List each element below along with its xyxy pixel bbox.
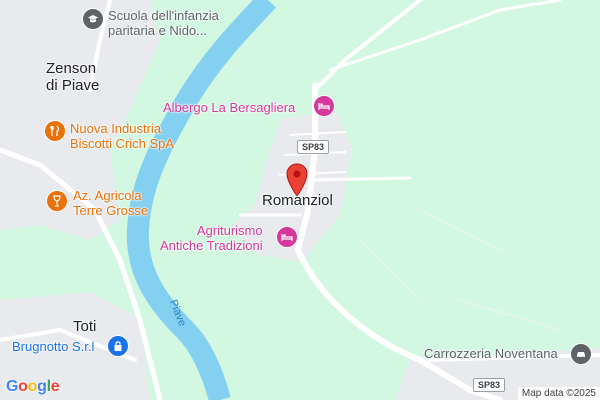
town-label-zenson[interactable]: Zenson di Piave: [46, 60, 99, 94]
road-romanziol-east: [308, 176, 412, 182]
town-label-toti[interactable]: Toti: [73, 318, 96, 335]
graduation-cap-icon[interactable]: [82, 8, 104, 30]
albergo-label[interactable]: Albergo La Bersagliera: [163, 100, 295, 115]
zenson-line1: Zenson: [46, 60, 97, 77]
agricola-label-line1: Az. Agricola: [73, 188, 142, 203]
wine-glass-icon[interactable]: [46, 190, 68, 212]
agricola-label-line2: Terre Grosse: [73, 203, 149, 218]
road-farm-1: [359, 239, 421, 301]
road-shield-sp83-south: SP83: [473, 378, 506, 392]
biscotti-label[interactable]: Nuova Industria Biscotti Crich SpA: [70, 121, 174, 151]
biscotti-label-line2: Biscotti Crich SpA: [70, 136, 175, 151]
agricola-label[interactable]: Az. Agricola Terre Grosse: [73, 188, 148, 218]
agriturismo-label-line1: Agriturismo: [196, 223, 263, 238]
map-attribution[interactable]: Map data ©2025: [517, 387, 600, 400]
agriturismo-label[interactable]: Agriturismo Antiche Tradizioni: [160, 223, 263, 253]
google-logo[interactable]: Google: [6, 378, 60, 396]
town-label-romanziol[interactable]: Romanziol: [262, 192, 333, 209]
school-label[interactable]: Scuola dell'infanzia paritaria e Nido...: [108, 8, 219, 38]
road-farm-3: [459, 299, 561, 331]
google-logo-letter: o: [27, 378, 38, 395]
google-logo-letter: o: [18, 378, 28, 395]
lock-icon[interactable]: [107, 335, 129, 357]
school-label-line1: Scuola dell'infanzia: [108, 8, 219, 23]
bed-icon[interactable]: [276, 226, 298, 248]
river-piave: [126, 0, 277, 400]
brugnotto-label[interactable]: Brugnotto S.r.l: [12, 339, 94, 354]
biscotti-label-line1: Nuova Industria: [70, 121, 162, 136]
zenson-line2: di Piave: [46, 77, 100, 94]
school-label-line2: paritaria e Nido...: [108, 23, 207, 38]
road-farm-2: [419, 209, 501, 251]
bed-icon[interactable]: [313, 95, 335, 117]
google-logo-letter: e: [50, 378, 60, 395]
fork-knife-icon[interactable]: [44, 120, 66, 142]
carrozzeria-label[interactable]: Carrozzeria Noventana: [424, 346, 558, 361]
road-shield-sp83-north: SP83: [297, 140, 330, 154]
google-logo-letter: g: [37, 378, 47, 395]
car-icon[interactable]: [570, 343, 592, 365]
map-canvas[interactable]: Piave Scuola dell'infanzia paritaria e N…: [0, 0, 600, 400]
agriturismo-label-line2: Antiche Tradizioni: [160, 238, 263, 253]
google-logo-letter: G: [6, 378, 19, 395]
road-ne-2: [328, 0, 562, 72]
